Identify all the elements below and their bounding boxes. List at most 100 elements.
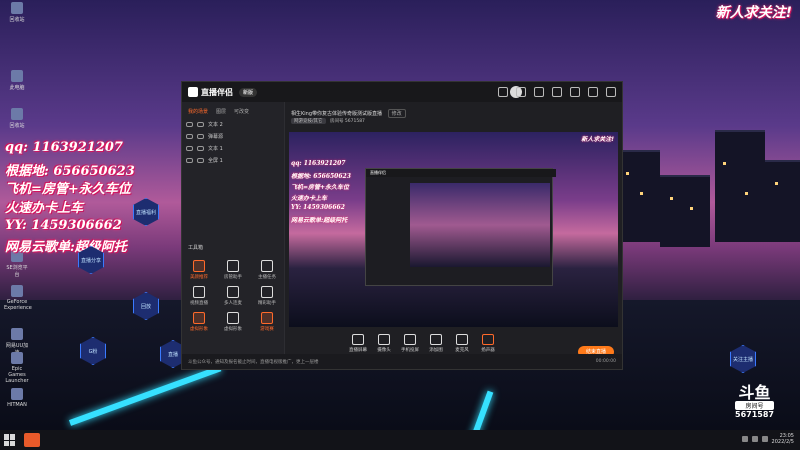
tray-icon[interactable]	[761, 436, 768, 442]
desktop-icon[interactable]: Epic Games Launcher	[4, 352, 30, 384]
share-icon[interactable]	[516, 87, 526, 97]
tray-icon[interactable]	[741, 436, 748, 442]
source-item[interactable]: 弹幕源	[182, 130, 284, 142]
avatar-icon	[193, 312, 205, 324]
eye-icon[interactable]	[186, 145, 193, 151]
user-icon	[227, 260, 239, 272]
main-panel: 相生King带你复古体验传奇版测试版直播 修改 网游竞技/其它 房间号 5671…	[285, 102, 622, 369]
tool-item[interactable]: 多人连麦	[216, 286, 250, 306]
status-bar: 斗鱼公众号，通知及报名截止时间，直播电视版推广，更上一层楼 00:00:00	[182, 354, 622, 369]
system-tray: 23:05 2022/2/5	[741, 433, 794, 445]
tab-changeable[interactable]: 可改变	[234, 108, 249, 115]
tray-icon[interactable]	[751, 436, 758, 442]
source-label: 全屏 1	[208, 157, 223, 164]
lock-icon[interactable]	[197, 145, 204, 151]
eye-icon[interactable]	[186, 121, 193, 127]
gear-icon[interactable]	[552, 87, 562, 97]
close-icon[interactable]	[606, 87, 616, 97]
eye-icon[interactable]	[186, 133, 193, 139]
tool-item[interactable]: 游戏赛	[250, 312, 284, 332]
source-item[interactable]: 文本 1	[182, 142, 284, 154]
desktop-icon[interactable]: GeForce Experience	[4, 285, 32, 311]
tool-item[interactable]: 美颜推荐	[182, 260, 216, 280]
sidebar-tabs: 我的场景 图层 可改变	[182, 102, 284, 118]
tool-label: 虚拟形象	[224, 327, 242, 332]
lock-icon[interactable]	[197, 133, 204, 139]
douyu-logo: 斗鱼	[738, 383, 771, 402]
tool-item[interactable]: 精彩助手	[250, 286, 284, 306]
clock[interactable]: 23:05 2022/2/5	[772, 433, 794, 445]
mail-icon[interactable]	[534, 87, 544, 97]
avatar-alt-icon	[227, 312, 239, 324]
desktop-icon[interactable]: HITMAN	[4, 388, 30, 408]
image-icon	[430, 334, 442, 345]
desktop-icon[interactable]: 回收站	[4, 2, 30, 23]
start-button[interactable]	[4, 434, 16, 446]
camera-icon	[193, 260, 205, 272]
control-label: 扬声器	[481, 348, 495, 353]
source-item[interactable]: 全屏 1	[182, 154, 284, 166]
fullscreen-icon[interactable]	[498, 87, 508, 97]
lock-icon[interactable]	[197, 121, 204, 127]
category-tag[interactable]: 网游竞技/其它	[291, 118, 326, 124]
tool-label: 主播任务	[258, 275, 276, 280]
hex-button[interactable]: 直播福利	[133, 198, 159, 226]
control-button[interactable]: 麦克风	[449, 332, 475, 353]
control-button[interactable]: 添加图	[423, 332, 449, 353]
tab-layers[interactable]: 图层	[216, 108, 226, 115]
tab-scenes[interactable]: 我的场景	[188, 108, 208, 115]
desktop-icon[interactable]: 回收站	[4, 108, 30, 129]
mic-group-icon	[227, 286, 239, 298]
minimize-icon[interactable]	[570, 87, 580, 97]
overlay-text-line: 根据地: 656650623	[5, 164, 135, 179]
phone-icon	[404, 334, 416, 345]
stream-preview[interactable]: qq: 1163921207 根据地: 656650623 飞机=房管+永久车位 火速…	[289, 132, 618, 327]
nested-preview-window: 直播伴侣	[365, 168, 556, 286]
control-label: 摄像头	[377, 348, 391, 353]
control-button[interactable]: 扬声器	[475, 332, 501, 353]
room-meta: 网游竞技/其它 房间号 5671587	[291, 118, 365, 124]
status-message: 斗鱼公众号，通知及报名截止时间，直播电视版推广，更上一层楼	[188, 359, 319, 365]
tool-label: 游戏赛	[260, 327, 274, 332]
source-label: 文本 1	[208, 145, 223, 152]
eye-icon[interactable]	[186, 157, 193, 163]
desktop-icon-label: HITMAN	[7, 402, 27, 408]
desktop-icon-label: Epic Games Launcher	[5, 366, 29, 384]
douyu-badge: 斗鱼 房间号 5671587	[735, 385, 774, 419]
control-button[interactable]: 摄像头	[371, 332, 397, 353]
overlay-text-line: 火速办卡上车	[5, 201, 84, 216]
preview-overlay-line: 火速办卡上车	[291, 195, 328, 202]
desktop-icon[interactable]: 此电脑	[4, 70, 30, 91]
lock-icon[interactable]	[197, 157, 204, 163]
tool-label: 精彩助手	[258, 301, 276, 306]
tool-item[interactable]: 视频直播	[182, 286, 216, 306]
room-title: 相生King带你复古体验传奇版测试版直播 修改	[291, 109, 406, 118]
tool-item[interactable]: 虚拟形象	[216, 312, 250, 332]
edit-button[interactable]: 修改	[387, 109, 406, 118]
tool-item[interactable]: 主播任务	[250, 260, 284, 280]
tool-label: 虚拟形象	[190, 327, 208, 332]
control-button[interactable]: 手机投屏	[397, 332, 423, 353]
preview-overlay-line: 根据地: 656650623	[291, 173, 351, 180]
taskbar-app-icon[interactable]	[24, 433, 40, 447]
mic-icon	[456, 334, 468, 345]
tool-item[interactable]: 虚拟形象	[182, 312, 216, 332]
title-bar: 直播伴侣 新版	[182, 82, 622, 102]
desktop-icon-label: 此电脑	[9, 85, 25, 91]
app-window: 直播伴侣 新版 我的场景 图层 可改变 文本 2 弹幕源 文本 1 全屏 1 工具箱 …	[181, 81, 623, 370]
overlay-text-line: YY: 1459306662	[5, 218, 122, 233]
webcam-icon	[378, 334, 390, 345]
source-item[interactable]: 文本 2	[182, 118, 284, 130]
tool-label: 房管助手	[224, 275, 242, 280]
preview-overlay-line: qq: 1163921207	[291, 160, 346, 167]
video-icon	[193, 286, 205, 298]
version-badge[interactable]: 新版	[239, 87, 258, 97]
uu-icon	[11, 328, 23, 340]
tool-item[interactable]: 房管助手	[216, 260, 250, 280]
source-label: 文本 2	[208, 121, 223, 128]
maximize-icon[interactable]	[588, 87, 598, 97]
control-button[interactable]: 直播屏幕	[345, 332, 371, 353]
overlay-text-line: 飞机=房管+永久车位	[5, 182, 131, 197]
nested-app-title: 直播伴侣	[366, 169, 556, 177]
game-icon	[261, 312, 273, 324]
